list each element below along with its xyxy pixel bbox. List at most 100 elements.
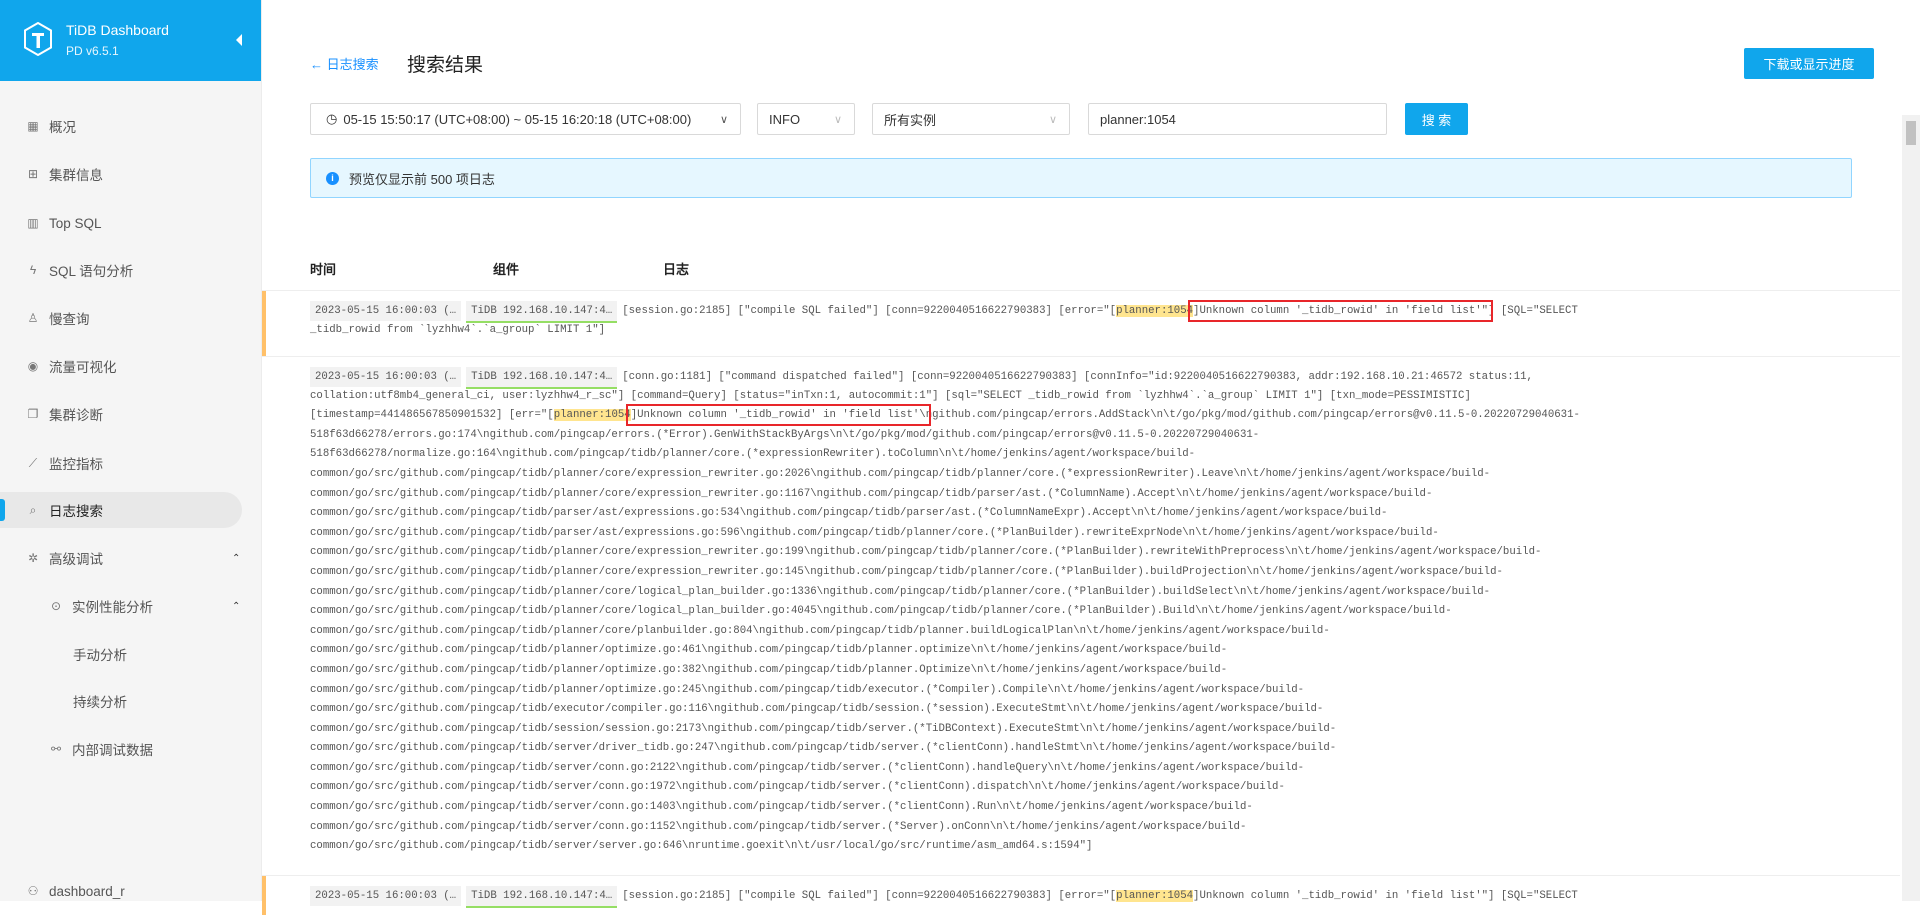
log-level-value: INFO (769, 111, 801, 127)
scrollbar-thumb[interactable] (1906, 121, 1916, 145)
log-time-badge: 2023-05-15 16:00:03 (… (310, 886, 462, 906)
sidebar-item[interactable]: ❐ 集群诊断 (0, 396, 262, 432)
sidebar-item[interactable]: ϟ SQL 语句分析 (0, 252, 262, 288)
user-menu[interactable]: ⚇ dashboard_r (0, 873, 262, 909)
tidb-logo-icon (24, 22, 52, 56)
sidebar-item-label: 日志搜索 (49, 504, 103, 519)
sidebar-item[interactable]: ⌕ 日志搜索 (0, 492, 242, 528)
log-line: common/go/src/github.com/pingcap/tidb/se… (310, 798, 1900, 818)
time-range-picker[interactable]: ◷ 05-15 15:50:17 (UTC+08:00) ~ 05-15 16:2… (310, 103, 741, 135)
app-version: PD v6.5.1 (66, 44, 119, 58)
sidebar-item-label: 概况 (49, 120, 76, 135)
log-text: common/go/src/github.com/pingcap/tidb/pl… (310, 565, 1503, 578)
scrollbar[interactable] (1902, 115, 1920, 901)
sidebar-item[interactable]: ▥ Top SQL (0, 205, 262, 241)
user-icon: ⚇ (27, 884, 39, 898)
log-line: 2023-05-15 16:00:03 (… TiDB 192.168.10.14… (310, 367, 1900, 389)
log-line: common/go/src/github.com/pingcap/tidb/ex… (310, 700, 1900, 720)
log-line: _tidb_rowid from `lyzhhw4`.`a_group` LIM… (310, 321, 1900, 341)
log-level-select[interactable]: INFO ∨ (757, 103, 855, 135)
log-row[interactable]: 2023-05-15 16:00:03 (… TiDB 192.168.10.14… (262, 356, 1900, 875)
log-component-badge: TiDB 192.168.10.147:4… (466, 886, 618, 908)
clock-icon: ◷ (326, 111, 338, 126)
log-text: common/go/src/github.com/pingcap/tidb/pl… (310, 644, 1228, 657)
log-text: common/go/src/github.com/pingcap/tidb/pl… (310, 663, 1228, 676)
sidebar-item[interactable]: 持续分析 (0, 683, 262, 719)
bug-icon: ✲ (27, 551, 39, 565)
back-label: 日志搜索 (326, 57, 379, 72)
arrow-left-icon: ← (310, 57, 327, 72)
keyword-input[interactable]: planner:1054 (1088, 103, 1387, 135)
chevron-up-icon[interactable]: ⌃ (232, 553, 240, 564)
log-line: 2023-05-15 16:00:03 (… TiDB 192.168.10.14… (310, 886, 1900, 908)
sidebar-item-label: 监控指标 (49, 457, 103, 472)
chevron-down-icon: ∨ (719, 113, 728, 126)
sidebar-item[interactable]: ⊙ 实例性能分析 ⌃ (0, 588, 262, 624)
log-text: 518f63d66278/errors.go:174\ngithub.com/p… (310, 428, 1260, 441)
sidebar-item[interactable]: ◉ 流量可视化 (0, 348, 262, 384)
log-line: common/go/src/github.com/pingcap/tidb/pl… (310, 641, 1900, 661)
log-text: common/go/src/github.com/pingcap/tidb/pl… (310, 467, 1491, 480)
sidebar: TiDB Dashboard PD v6.5.1 ▦ 概况 ⊞ 集群信息 ▥ Top SQ… (0, 0, 262, 901)
sidebar-item[interactable]: ⟋ 监控指标 (0, 445, 262, 481)
instance-value: 所有实例 (884, 112, 937, 128)
sidebar-item-label: 集群诊断 (49, 408, 103, 423)
search-button[interactable]: 搜 索 (1405, 103, 1468, 135)
log-line: common/go/src/github.com/pingcap/tidb/se… (310, 778, 1900, 798)
log-text: common/go/src/github.com/pingcap/tidb/se… (310, 722, 1337, 735)
chevron-up-icon[interactable]: ⌃ (232, 601, 240, 612)
download-button[interactable]: 下载或显示进度 (1744, 48, 1874, 79)
sidebar-item[interactable]: ♙ 慢查询 (0, 300, 262, 336)
sidebar-item-label: 流量可视化 (49, 360, 117, 375)
sidebar-item[interactable]: ▦ 概况 (0, 108, 262, 144)
log-line: common/go/src/github.com/pingcap/tidb/pl… (310, 485, 1900, 505)
log-line: common/go/src/github.com/pingcap/tidb/se… (310, 739, 1900, 759)
instance-select[interactable]: 所有实例 ∨ (872, 103, 1070, 135)
keyword-highlight: planner:1054 (1116, 890, 1194, 902)
log-text: [session.go:2185] ["compile SQL failed"]… (622, 305, 1117, 317)
sidebar-item-label: 内部调试数据 (72, 743, 153, 758)
keyword-highlight: planner:1054 (1116, 305, 1194, 317)
sidebar-item[interactable]: ⚯ 内部调试数据 (0, 731, 262, 767)
file-search-icon: ⌕ (29, 503, 37, 517)
log-line: common/go/src/github.com/pingcap/tidb/pl… (310, 543, 1900, 563)
sidebar-item[interactable]: ⊞ 集群信息 (0, 156, 262, 192)
sidebar-item[interactable]: ✲ 高级调试 ⌃ (0, 540, 262, 576)
log-line: 2023-05-15 16:00:03 (… TiDB 192.168.10.14… (310, 300, 1900, 323)
line-chart-icon: ⟋ (28, 456, 38, 470)
log-component-badge: TiDB 192.168.10.147:4… (466, 367, 618, 389)
log-text: common/go/src/github.com/pingcap/tidb/se… (310, 742, 1337, 755)
sidebar-item[interactable]: 手动分析 (0, 636, 262, 672)
log-line: 518f63d66278/normalize.go:164\ngithub.co… (310, 445, 1900, 465)
collapse-sidebar-icon[interactable] (236, 34, 242, 46)
log-line: [timestamp=441486567850901532] [err="[pl… (310, 404, 1900, 427)
log-row[interactable]: 2023-05-15 16:00:03 (… TiDB 192.168.10.14… (262, 875, 1900, 915)
log-text: common/go/src/github.com/pingcap/tidb/pa… (310, 507, 1388, 520)
log-text: common/go/src/github.com/pingcap/tidb/se… (310, 820, 1247, 833)
cluster-icon: ⊞ (27, 167, 39, 181)
bar-chart-icon: ▥ (27, 216, 39, 230)
chevron-down-icon: ∨ (1048, 113, 1057, 126)
back-link[interactable]: ← 日志搜索 (310, 54, 379, 73)
api-icon: ⚯ (50, 742, 62, 756)
log-text: common/go/src/github.com/pingcap/tidb/se… (310, 840, 1093, 853)
log-line: common/go/src/github.com/pingcap/tidb/pl… (310, 602, 1900, 622)
log-text: ngithub.com/pingcap/errors.AddStack\n\t/… (925, 409, 1580, 422)
log-text: collation:utf8mb4_general_ci, user:lyzhh… (310, 389, 1471, 402)
log-time-badge: 2023-05-15 16:00:03 (… (310, 301, 462, 321)
log-text: common/go/src/github.com/pingcap/tidb/ex… (310, 703, 1324, 716)
error-message-highlight-box: ]Unknown column '_tidb_rowid' in 'field … (625, 404, 931, 427)
log-line: common/go/src/github.com/pingcap/tidb/se… (310, 818, 1900, 838)
log-text: [timestamp=441486567850901532] [err="[ (310, 409, 554, 422)
sidebar-item-label: SQL 语句分析 (49, 264, 134, 279)
log-row[interactable]: 2023-05-15 16:00:03 (… TiDB 192.168.10.14… (262, 290, 1900, 356)
rocket-icon: ♙ (27, 311, 39, 325)
log-text: common/go/src/github.com/pingcap/tidb/se… (310, 761, 1305, 774)
brand-header: TiDB Dashboard PD v6.5.1 (0, 0, 261, 81)
log-text: common/go/src/github.com/pingcap/tidb/pl… (310, 683, 1305, 696)
error-message-highlight-box: ]Unknown column '_tidb_rowid' in 'field … (1188, 300, 1494, 322)
log-text: [conn.go:1181] ["command dispatched fail… (622, 371, 1533, 383)
chevron-down-icon: ∨ (833, 113, 842, 126)
log-line: common/go/src/github.com/pingcap/tidb/pl… (310, 563, 1900, 583)
log-text: common/go/src/github.com/pingcap/tidb/pa… (310, 526, 1439, 539)
